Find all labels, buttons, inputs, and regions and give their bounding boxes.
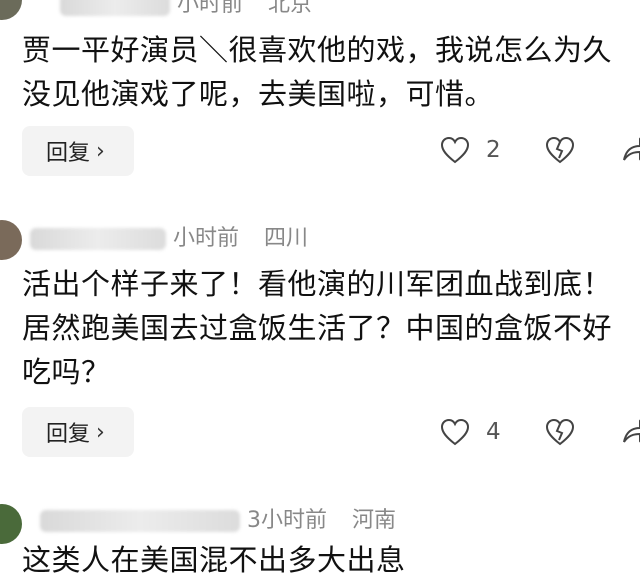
comment-region: 四川 — [264, 226, 309, 251]
reply-label: 回复 — [46, 422, 91, 447]
comment-text: 贾一平好演员＼很喜欢他的戏，我说怎么为久没见他演戏了呢，去美国啦，可惜。 — [22, 33, 613, 111]
dislike-button[interactable] — [545, 418, 575, 446]
comment-meta: 小时前 北京 — [60, 0, 312, 18]
comment-region: 河南 — [352, 508, 397, 533]
share-button[interactable] — [620, 136, 640, 164]
heart-outline-icon — [440, 418, 470, 446]
comment-time: 小时前 — [173, 226, 240, 251]
like-button[interactable]: 2 — [440, 136, 501, 164]
comment-text: 活出个样子来了！看他演的川军团血战到底！居然跑美国去过盒饭生活了？中国的盒饭不好… — [22, 267, 613, 389]
chevron-right-icon: › — [96, 419, 105, 445]
reply-button[interactable]: 回复 › — [22, 407, 134, 457]
comment-time: 3小时前 — [247, 508, 327, 533]
broken-heart-icon — [545, 136, 575, 164]
avatar[interactable] — [0, 504, 22, 544]
comment-region: 北京 — [268, 0, 313, 17]
username-blurred — [60, 0, 170, 16]
share-arrow-icon — [623, 137, 640, 161]
avatar[interactable] — [0, 0, 22, 20]
like-button[interactable]: 4 — [440, 418, 501, 446]
reply-button[interactable]: 回复 › — [22, 126, 134, 176]
heart-outline-icon — [440, 136, 470, 164]
comment-item: 小时前 北京 贾一平好演员＼很喜欢他的戏，我说怎么为久没见他演戏了呢，去美国啦，… — [0, 0, 640, 190]
dislike-button[interactable] — [545, 136, 575, 164]
share-arrow-icon — [623, 419, 640, 443]
username-blurred — [30, 228, 166, 250]
comment-item: 小时前 四川 活出个样子来了！看他演的川军团血战到底！居然跑美国去过盒饭生活了？… — [0, 200, 640, 470]
comment-item: 3小时前 河南 这类人在美国混不出多大出息 — [0, 490, 640, 577]
avatar[interactable] — [0, 220, 22, 260]
comment-meta: 3小时前 河南 — [40, 502, 396, 534]
like-count: 2 — [486, 137, 501, 163]
share-button[interactable] — [620, 418, 640, 446]
chevron-right-icon: › — [96, 138, 105, 164]
comment-time: 小时前 — [177, 0, 244, 17]
username-blurred — [40, 510, 240, 532]
comment-text: 这类人在美国混不出多大出息 — [22, 543, 406, 577]
broken-heart-icon — [545, 418, 575, 446]
like-count: 4 — [486, 419, 501, 445]
comment-meta: 小时前 四川 — [30, 220, 308, 252]
reply-label: 回复 — [46, 141, 91, 166]
